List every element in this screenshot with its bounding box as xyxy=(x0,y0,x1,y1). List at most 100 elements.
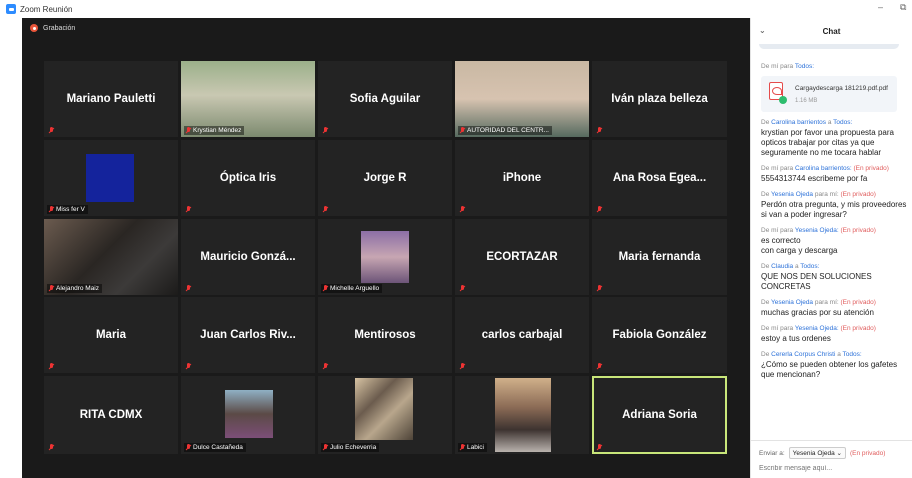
participant-tile-iphone[interactable]: iPhone xyxy=(455,140,589,216)
chat-meta-from: De mí para xyxy=(761,165,795,172)
restore-button[interactable]: ⧉ xyxy=(900,2,906,13)
participant-tile-rita[interactable]: RITA CDMX xyxy=(44,376,178,454)
participant-tile-missfer[interactable]: Miss fer V xyxy=(44,140,178,216)
recipient-select[interactable]: Yesenia Ojeda ⌄ xyxy=(788,447,846,459)
participant-label xyxy=(458,205,470,214)
participant-label xyxy=(184,284,196,293)
chat-message-meta: De mí para Carolina barrientos: (En priv… xyxy=(761,164,912,174)
chat-meta-sender: Carolina barrientos xyxy=(771,119,828,126)
participant-tile-dulce[interactable]: Dulce Castañeda xyxy=(181,376,315,454)
chat-message-text: con carga y descarga xyxy=(761,246,838,255)
chat-message-meta: De mí para Yesenia Ojeda: (En privado) xyxy=(761,226,912,236)
chat-message-text: 5554313744 escribeme por fa xyxy=(761,174,868,183)
chat-message-input[interactable] xyxy=(759,465,905,472)
chat-meta-from: De mí para xyxy=(761,325,795,332)
muted-mic-icon xyxy=(185,285,191,292)
chat-scroll-indicator[interactable] xyxy=(759,44,899,49)
participant-name: Mariano Pauletti xyxy=(66,93,156,105)
chat-meta-sender: Cererla Corpus Christi xyxy=(771,351,838,358)
participant-tile-alejandro[interactable]: Alejandro Maiz xyxy=(44,219,178,295)
muted-mic-icon xyxy=(596,444,602,451)
chat-message-meta: De Cererla Corpus Christi a Todos: xyxy=(761,350,912,360)
participant-tile-carlos[interactable]: carlos carbajal xyxy=(455,297,589,373)
participant-tile-mauricio[interactable]: Mauricio Gonzá... xyxy=(181,219,315,295)
muted-mic-icon xyxy=(322,444,328,451)
participant-tile-krystian[interactable]: Krystian Méndez xyxy=(181,61,315,137)
participant-tile-labici[interactable]: Labici xyxy=(455,376,589,454)
chat-message: De Cererla Corpus Christi a Todos: ¿Cómo… xyxy=(751,350,912,380)
chevron-down-icon[interactable]: ⌄ xyxy=(759,26,766,35)
participant-tile-anarosa[interactable]: Ana Rosa Egea... xyxy=(592,140,727,216)
participant-label xyxy=(595,284,607,293)
participant-tile-michelle[interactable]: Michelle Arguello xyxy=(318,219,452,295)
chat-message: De mí para Todos: Cargaydescarga 181219.… xyxy=(751,62,912,112)
participant-name: Óptica Iris xyxy=(219,172,277,184)
chat-message: De Yesenia Ojeda para mí: (En privado) P… xyxy=(751,190,912,220)
participant-name: Mentirosos xyxy=(354,329,416,341)
participant-name: Jorge R xyxy=(363,172,407,184)
participant-tile-mentirosos[interactable]: Mentirosos xyxy=(318,297,452,373)
chat-message-meta: De mí para Todos: xyxy=(761,62,912,72)
participant-tile-juancarlos[interactable]: Juan Carlos Riv... xyxy=(181,297,315,373)
participant-label xyxy=(458,284,470,293)
chat-meta-sender: Claudia xyxy=(771,263,795,270)
chat-meta-from: De xyxy=(761,191,771,198)
participant-tile-ecortazar[interactable]: ECORTAZAR xyxy=(455,219,589,295)
chat-meta-sender: Yesenia Ojeda: xyxy=(794,227,841,234)
participant-label xyxy=(595,443,607,452)
chat-message: De Claudia a Todos: QUE NOS DEN SOLUCION… xyxy=(751,262,912,292)
participant-label-text: Krystian Méndez xyxy=(193,127,242,134)
muted-mic-icon xyxy=(459,444,465,451)
participant-label-text: Dulce Castañeda xyxy=(193,444,243,451)
chat-message-text: muchas gracias por su atención xyxy=(761,308,874,317)
participant-tile-mariaf[interactable]: Maria fernanda xyxy=(592,219,727,295)
participant-label-text: AUTORIDAD DEL CENTR... xyxy=(467,127,549,134)
participant-label xyxy=(458,362,470,371)
file-name: Cargaydescarga 181219.pdf.pdf xyxy=(795,85,888,92)
participant-tile-adriana[interactable]: Adriana Soria xyxy=(592,376,727,454)
participant-label: Krystian Méndez xyxy=(184,126,245,135)
muted-mic-icon xyxy=(596,363,602,370)
chat-meta-private: (En privado) xyxy=(840,299,876,306)
participant-tile-maria[interactable]: Maria xyxy=(44,297,178,373)
chat-messages: De mí para Todos: Cargaydescarga 181219.… xyxy=(751,62,912,386)
private-badge: (En privado) xyxy=(849,449,886,457)
participant-video xyxy=(361,231,409,283)
participant-label xyxy=(184,362,196,371)
muted-mic-icon xyxy=(596,285,602,292)
participant-video xyxy=(225,390,273,438)
participant-tile-jorge[interactable]: Jorge R xyxy=(318,140,452,216)
chat-meta-from: De xyxy=(761,299,771,306)
participant-name: Fabiola González xyxy=(612,329,707,341)
participant-tile-autoridad[interactable]: AUTORIDAD DEL CENTR... xyxy=(455,61,589,137)
chat-meta-private: (En privado) xyxy=(840,325,876,332)
muted-mic-icon xyxy=(185,127,191,134)
muted-mic-icon xyxy=(48,127,54,134)
muted-mic-icon xyxy=(459,127,465,134)
participant-tile-ivan[interactable]: Iván plaza belleza xyxy=(592,61,727,137)
participant-tile-fabiola[interactable]: Fabiola González xyxy=(592,297,727,373)
muted-mic-icon xyxy=(596,127,602,134)
participant-video xyxy=(495,378,551,452)
participant-label xyxy=(595,205,607,214)
file-attachment[interactable]: Cargaydescarga 181219.pdf.pdf 1.16 MB xyxy=(761,76,897,112)
participant-label-text: Alejandro Maiz xyxy=(56,285,99,292)
record-icon xyxy=(30,24,38,32)
chat-message-meta: De Yesenia Ojeda para mí: (En privado) xyxy=(761,190,912,200)
chat-message: De Yesenia Ojeda para mí: (En privado) m… xyxy=(751,298,912,318)
participant-label-text: Labici xyxy=(467,444,484,451)
chat-message-text: estoy a tus ordenes xyxy=(761,334,831,343)
minimize-button[interactable]: – xyxy=(878,2,883,12)
participant-name: iPhone xyxy=(502,172,542,184)
participant-name: Juan Carlos Riv... xyxy=(200,329,296,341)
participant-tile-optica[interactable]: Óptica Iris xyxy=(181,140,315,216)
participant-label: Labici xyxy=(458,443,487,452)
participant-tile-julio[interactable]: Julio Echeverria xyxy=(318,376,452,454)
participant-tile-mariano[interactable]: Mariano Pauletti xyxy=(44,61,178,137)
participant-label-text: Miss fer V xyxy=(56,206,85,213)
chat-message-meta: De Claudia a Todos: xyxy=(761,262,912,272)
chat-message-meta: De Carolina barrientos a Todos: xyxy=(761,118,912,128)
muted-mic-icon xyxy=(322,285,328,292)
participant-tile-sofia[interactable]: Sofia Aguilar xyxy=(318,61,452,137)
chat-message-text: krystian por favor una propuesta para op… xyxy=(761,128,894,157)
